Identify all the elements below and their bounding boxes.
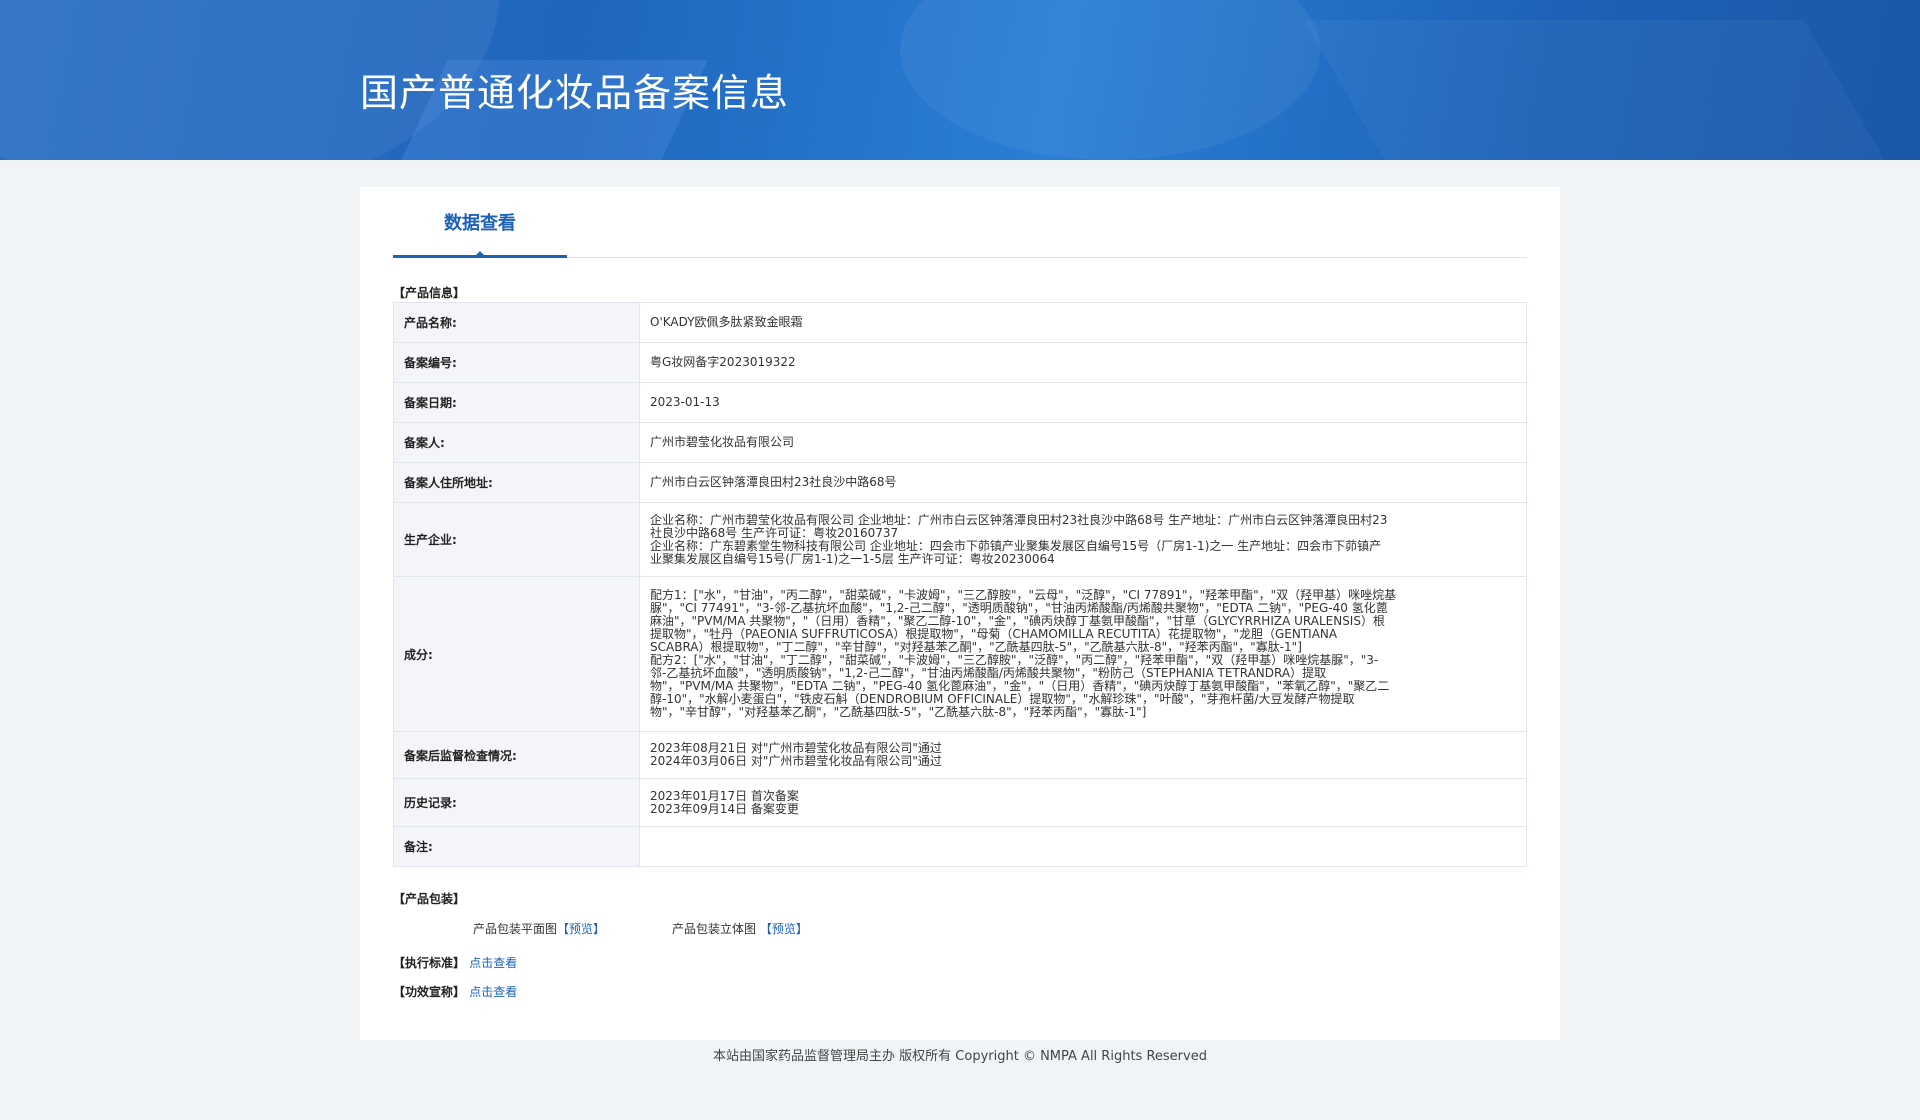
product-name-value: O'KADY欧佩多肽紧致金眼霜 <box>639 302 1527 343</box>
row-label: 备案日期: <box>393 382 640 423</box>
tab-label: 数据查看 <box>444 213 516 234</box>
table-row: 生产企业: 企业名称：广州市碧莹化妆品有限公司 企业地址：广州市白云区钟落潭良田… <box>393 502 1527 577</box>
row-label: 备案后监督检查情况: <box>393 731 640 779</box>
manufacturer-line: 业聚集发展区自编号15号(厂房1-1)之一1-5层 生产许可证：粤妆202300… <box>650 551 1055 566</box>
table-row: 备案人住所地址: 广州市白云区钟落潭良田村23社良沙中路68号 <box>393 462 1527 503</box>
standard-view-link[interactable]: 点击查看 <box>469 956 517 970</box>
row-label: 备注: <box>393 826 640 867</box>
row-label: 成分: <box>393 576 640 732</box>
row-label: 产品名称: <box>393 302 640 343</box>
tab-data-view[interactable]: 数据查看 <box>393 215 567 258</box>
row-label: 备案编号: <box>393 342 640 383</box>
manufacturer-line: 企业名称：广州市碧莹化妆品有限公司 企业地址：广州市白云区钟落潭良田村23社良沙… <box>650 512 1388 527</box>
packaging-solid-label: 产品包装立体图 <box>672 922 757 936</box>
table-row: 历史记录: 2023年01月17日 首次备案 2023年09月14日 备案变更 <box>393 778 1527 827</box>
row-label: 历史记录: <box>393 778 640 827</box>
registrant-value: 广州市碧莹化妆品有限公司 <box>639 422 1527 463</box>
section-packaging: 【产品包装】 <box>393 892 466 906</box>
row-label: 备案人住所地址: <box>393 462 640 503</box>
section-efficacy: 【功效宣称】 点击查看 <box>393 983 517 1000</box>
row-label: 备案人: <box>393 422 640 463</box>
history-line: 2023年09月14日 备案变更 <box>650 801 799 816</box>
table-row: 备案后监督检查情况: 2023年08月21日 对"广州市碧莹化妆品有限公司"通过… <box>393 731 1527 779</box>
record-date-value: 2023-01-13 <box>639 382 1527 423</box>
ingredients-value: 配方1：["水"，"甘油"，"丙二醇"，"甜菜碱"，"卡波姆"，"三乙醇胺"，"… <box>639 576 1527 732</box>
product-info-table: 产品名称: O'KADY欧佩多肽紧致金眼霜 备案编号: 粤G妆网备字202301… <box>393 302 1527 867</box>
table-row: 备案编号: 粤G妆网备字2023019322 <box>393 342 1527 383</box>
table-row: 备注: <box>393 826 1527 867</box>
header-decoration <box>1303 20 1897 160</box>
row-label: 生产企业: <box>393 502 640 577</box>
packaging-solid: 产品包装立体图 【预览】 <box>672 920 808 937</box>
page-header: 国产普通化妆品备案信息 <box>0 0 1920 160</box>
content-panel: 数据查看 【产品信息】 产品名称: O'KADY欧佩多肽紧致金眼霜 备案编号: … <box>360 187 1560 1040</box>
history-line: 2023年01月17日 首次备案 <box>650 788 799 803</box>
packaging-solid-preview-link[interactable]: 【预览】 <box>760 922 808 936</box>
table-row: 备案日期: 2023-01-13 <box>393 382 1527 423</box>
page-footer: 本站由国家药品监督管理局主办 版权所有 Copyright © NMPA All… <box>713 1049 1207 1064</box>
tab-bar: 数据查看 <box>393 187 1527 258</box>
packaging-flat: 产品包装平面图【预览】 <box>473 920 605 937</box>
table-row: 产品名称: O'KADY欧佩多肽紧致金眼霜 <box>393 302 1527 343</box>
inspection-line: 2024年03月06日 对"广州市碧莹化妆品有限公司"通过 <box>650 754 942 768</box>
efficacy-view-link[interactable]: 点击查看 <box>469 985 517 999</box>
manufacturer-line: 企业名称：广东碧素堂生物科技有限公司 企业地址：四会市下茆镇产业聚集发展区自编号… <box>650 538 1382 553</box>
manufacturer-line: 社良沙中路68号 生产许可证：粤妆20160737 <box>650 525 899 540</box>
packaging-flat-preview-link[interactable]: 【预览】 <box>557 922 605 936</box>
history-value: 2023年01月17日 首次备案 2023年09月14日 备案变更 <box>639 778 1527 827</box>
remarks-value <box>639 826 1527 867</box>
table-row: 备案人: 广州市碧莹化妆品有限公司 <box>393 422 1527 463</box>
section-product-info: 【产品信息】 <box>393 286 466 300</box>
packaging-flat-label: 产品包装平面图 <box>473 922 558 936</box>
table-row: 成分: 配方1：["水"，"甘油"，"丙二醇"，"甜菜碱"，"卡波姆"，"三乙醇… <box>393 576 1527 732</box>
tab-caret-icon <box>473 251 487 258</box>
address-value: 广州市白云区钟落潭良田村23社良沙中路68号 <box>639 462 1527 503</box>
section-standard: 【执行标准】 点击查看 <box>393 954 517 971</box>
page-title: 国产普通化妆品备案信息 <box>360 71 790 115</box>
manufacturer-value: 企业名称：广州市碧莹化妆品有限公司 企业地址：广州市白云区钟落潭良田村23社良沙… <box>639 502 1527 577</box>
header-decoration <box>900 0 1320 160</box>
inspection-value: 2023年08月21日 对"广州市碧莹化妆品有限公司"通过 2024年03月06… <box>639 731 1527 779</box>
section-standard-label: 【执行标准】 <box>393 956 466 970</box>
record-no-value: 粤G妆网备字2023019322 <box>639 342 1527 383</box>
section-efficacy-label: 【功效宣称】 <box>393 985 466 999</box>
ingredient-line: 物"，"辛甘醇"，"对羟基苯乙酮"，"乙酰基四肽-5"，"乙酰基六肽-8"，"羟… <box>650 705 1147 719</box>
